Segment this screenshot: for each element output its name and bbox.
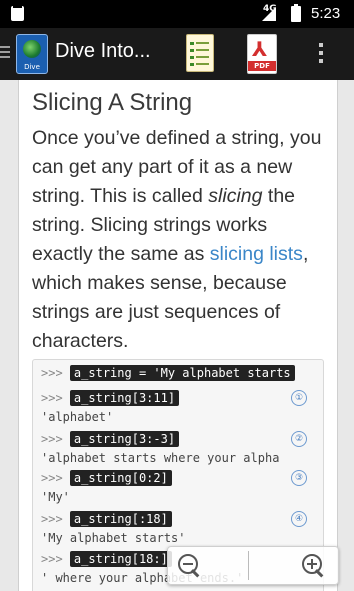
sd-card-icon [11, 4, 24, 21]
app-title[interactable]: Dive Into... [55, 40, 151, 63]
code-output: 'My alphabet starts' [41, 531, 186, 545]
zoom-in-icon[interactable] [300, 552, 326, 578]
pdf-icon[interactable]: ⅄ PDF [247, 34, 277, 74]
toc-icon[interactable] [186, 34, 214, 72]
slicing-lists-link[interactable]: slicing lists [210, 243, 303, 265]
code-line: >>> a_string[:18] [41, 511, 172, 527]
overflow-menu-icon[interactable] [319, 43, 323, 67]
section-heading: Slicing A String [32, 89, 193, 116]
article-paragraph: Once you’ve defined a string, you can ge… [32, 127, 322, 352]
divider [248, 551, 249, 580]
code-line: >>> a_string[3:-3] [41, 431, 180, 447]
code-line: >>> a_string = 'My alphabet starts [41, 365, 295, 381]
article-page[interactable]: Slicing A String Once you’ve defined a s… [18, 80, 338, 591]
zoom-controls [167, 546, 339, 585]
zoom-out-icon[interactable] [176, 552, 202, 578]
menu-icon[interactable] [0, 46, 10, 60]
battery-icon [291, 4, 301, 22]
code-line: >>> a_string[18:] [41, 551, 172, 567]
callout-marker: ② [291, 431, 307, 447]
network-type: 4G [263, 4, 277, 14]
callout-marker: ① [291, 390, 307, 406]
code-line: >>> a_string[3:11] [41, 390, 180, 406]
status-bar: 4G 5:23 [0, 0, 354, 28]
clock: 5:23 [311, 5, 341, 22]
code-line: >>> a_string[0:2] [41, 470, 172, 486]
callout-marker: ③ [291, 470, 307, 486]
code-output: 'alphabet starts where your alpha [41, 451, 280, 465]
callout-marker: ④ [291, 511, 307, 527]
code-output: 'My' [41, 490, 70, 504]
code-output: 'alphabet' [41, 410, 114, 424]
app-icon[interactable]: Dive [16, 34, 48, 74]
action-bar: Dive Dive Into... ⅄ PDF [0, 28, 354, 80]
